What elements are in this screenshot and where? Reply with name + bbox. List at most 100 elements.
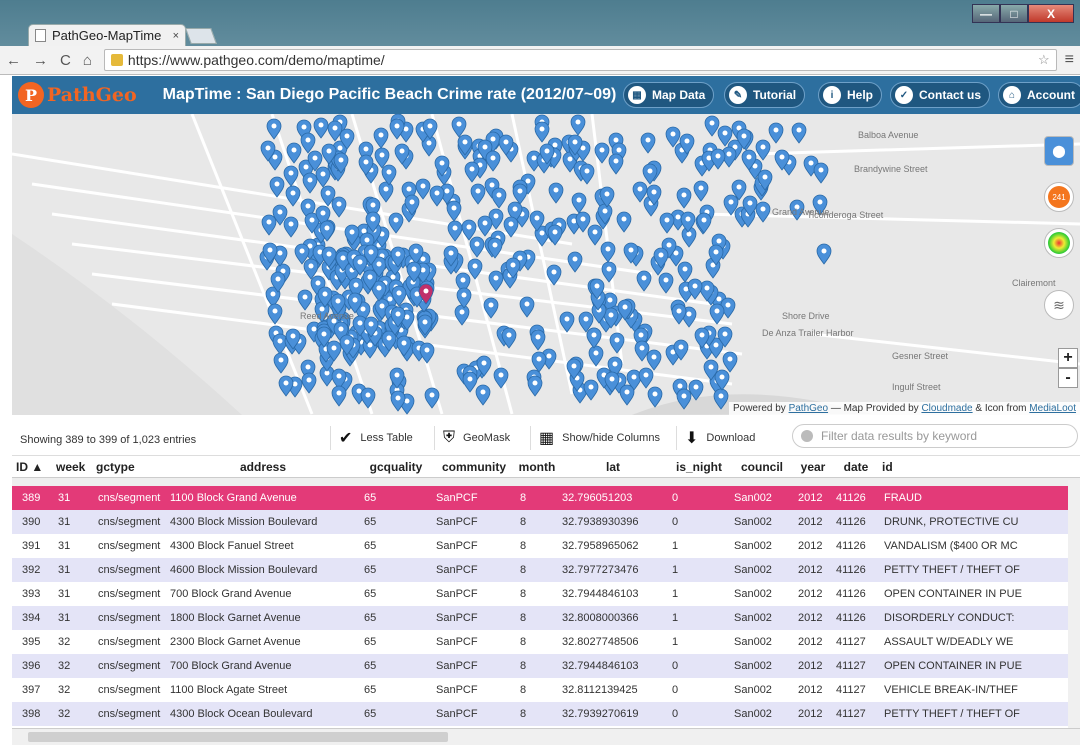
crime-marker[interactable] bbox=[704, 115, 720, 137]
crime-marker[interactable] bbox=[485, 150, 501, 172]
crime-marker[interactable] bbox=[586, 327, 602, 349]
crime-marker[interactable] bbox=[313, 117, 329, 139]
crime-marker[interactable] bbox=[267, 303, 283, 325]
crime-marker[interactable] bbox=[272, 333, 288, 355]
crime-marker[interactable] bbox=[527, 375, 543, 397]
crime-marker[interactable] bbox=[470, 183, 486, 205]
bookmark-star-icon[interactable]: ☆ bbox=[1038, 52, 1050, 68]
table-row[interactable]: 390 31 cns/segment 4300 Block Mission Boule… bbox=[12, 510, 1080, 534]
crime-marker[interactable] bbox=[278, 375, 294, 397]
crime-marker[interactable] bbox=[693, 180, 709, 202]
table-row[interactable]: 393 31 cns/segment 700 Block Grand Avenue 65… bbox=[12, 582, 1080, 606]
crime-marker[interactable] bbox=[696, 212, 712, 234]
column-header-community[interactable]: community bbox=[430, 460, 514, 474]
crime-marker[interactable] bbox=[488, 270, 504, 292]
crime-marker[interactable] bbox=[619, 384, 635, 406]
crime-marker[interactable] bbox=[419, 342, 435, 364]
crime-marker[interactable] bbox=[417, 314, 433, 336]
minimize-button[interactable]: — bbox=[972, 4, 1000, 23]
crime-marker[interactable] bbox=[512, 183, 528, 205]
crime-marker[interactable] bbox=[447, 220, 463, 242]
table-row[interactable]: 395 32 cns/segment 2300 Block Garnet Avenue… bbox=[12, 630, 1080, 654]
column-header-week[interactable]: week bbox=[52, 460, 92, 474]
crime-marker[interactable] bbox=[658, 272, 674, 294]
crime-marker[interactable] bbox=[315, 166, 331, 188]
crime-marker[interactable] bbox=[360, 387, 376, 409]
scroll-thumb[interactable] bbox=[28, 732, 448, 742]
crime-marker[interactable] bbox=[415, 178, 431, 200]
marker-mode-button[interactable]: ⬤ bbox=[1044, 136, 1074, 166]
crime-marker[interactable] bbox=[659, 212, 675, 234]
crime-marker[interactable] bbox=[677, 261, 693, 283]
column-header-address[interactable]: address bbox=[164, 460, 358, 474]
address-input[interactable]: https://www.pathgeo.com/demo/maptime/ ☆ bbox=[103, 49, 1057, 71]
crime-marker[interactable] bbox=[378, 181, 394, 203]
less-table-button[interactable]: ✔ Less Table bbox=[330, 426, 413, 450]
filter-input[interactable]: Filter data results by keyword bbox=[792, 424, 1078, 448]
column-header-council[interactable]: council bbox=[728, 460, 792, 474]
layers-button[interactable]: ≋ bbox=[1044, 290, 1074, 320]
crime-marker[interactable] bbox=[616, 211, 632, 233]
crime-marker[interactable] bbox=[462, 371, 478, 393]
crime-marker[interactable] bbox=[451, 116, 467, 138]
column-header-month[interactable]: month bbox=[514, 460, 556, 474]
vertical-scrollbar[interactable] bbox=[1068, 480, 1080, 730]
column-header-gctype[interactable]: gctype bbox=[92, 460, 164, 474]
help-button[interactable]: i Help bbox=[818, 82, 883, 108]
contact-button[interactable]: ✓ Contact us bbox=[890, 82, 991, 108]
browser-tab[interactable]: PathGeo-MapTime × bbox=[28, 24, 186, 46]
crime-marker[interactable] bbox=[567, 251, 583, 273]
crime-marker[interactable] bbox=[722, 351, 738, 373]
crime-marker[interactable] bbox=[493, 367, 509, 389]
cluster-mode-button[interactable]: 241 bbox=[1044, 182, 1074, 212]
crime-marker[interactable] bbox=[261, 214, 277, 236]
crime-marker[interactable] bbox=[283, 216, 299, 238]
crime-marker[interactable] bbox=[583, 379, 599, 401]
crime-marker[interactable] bbox=[297, 289, 313, 311]
pathgeo-logo[interactable]: P PathGeo bbox=[18, 82, 137, 108]
crime-marker[interactable] bbox=[636, 270, 652, 292]
crime-marker[interactable] bbox=[301, 372, 317, 394]
crime-marker[interactable] bbox=[464, 161, 480, 183]
crime-marker[interactable] bbox=[609, 332, 625, 354]
crime-marker[interactable] bbox=[755, 139, 771, 161]
close-window-button[interactable]: X bbox=[1028, 4, 1074, 23]
crime-marker[interactable] bbox=[559, 311, 575, 333]
show-hide-columns-button[interactable]: ▦ Show/hide Columns bbox=[530, 426, 660, 450]
crime-marker[interactable] bbox=[600, 241, 616, 263]
crime-marker[interactable] bbox=[530, 329, 546, 351]
new-tab-button[interactable] bbox=[185, 28, 217, 44]
table-row[interactable]: 389 31 cns/segment 1100 Block Grand Avenue 6… bbox=[12, 486, 1080, 510]
crime-marker[interactable] bbox=[816, 243, 832, 265]
crime-marker[interactable] bbox=[456, 287, 472, 309]
table-row[interactable]: 394 31 cns/segment 1800 Block Garnet Avenue… bbox=[12, 606, 1080, 630]
crime-marker[interactable] bbox=[388, 212, 404, 234]
crime-marker[interactable] bbox=[570, 114, 586, 136]
crime-marker[interactable] bbox=[373, 127, 389, 149]
reload-icon[interactable]: C bbox=[60, 52, 71, 69]
account-button[interactable]: ⌂ Account bbox=[998, 82, 1080, 108]
crime-marker[interactable] bbox=[491, 187, 507, 209]
medialoot-link[interactable]: MediaLoot bbox=[1029, 403, 1076, 414]
crime-marker[interactable] bbox=[269, 176, 285, 198]
zoom-out-button[interactable]: - bbox=[1058, 368, 1078, 388]
maximize-button[interactable]: □ bbox=[1000, 4, 1028, 23]
crime-marker[interactable] bbox=[454, 304, 470, 326]
crime-marker[interactable] bbox=[571, 192, 587, 214]
crime-marker[interactable] bbox=[642, 163, 658, 185]
tab-close-icon[interactable]: × bbox=[173, 30, 179, 42]
menu-icon[interactable]: ≡ bbox=[1065, 51, 1074, 69]
crime-marker[interactable] bbox=[534, 121, 550, 143]
crime-marker[interactable] bbox=[429, 185, 445, 207]
crime-marker[interactable] bbox=[755, 201, 771, 223]
table-row[interactable]: 397 32 cns/segment 1100 Block Agate Street 6… bbox=[12, 678, 1080, 702]
crime-marker[interactable] bbox=[548, 182, 564, 204]
crime-marker[interactable] bbox=[646, 349, 662, 371]
crime-marker[interactable] bbox=[640, 132, 656, 154]
column-header-is-night[interactable]: is_night bbox=[666, 460, 728, 474]
pathgeo-link[interactable]: PathGeo bbox=[789, 403, 828, 414]
crime-marker[interactable] bbox=[813, 162, 829, 184]
crime-marker[interactable] bbox=[671, 303, 687, 325]
crime-marker[interactable] bbox=[331, 385, 347, 407]
back-icon[interactable]: ← bbox=[6, 52, 21, 69]
